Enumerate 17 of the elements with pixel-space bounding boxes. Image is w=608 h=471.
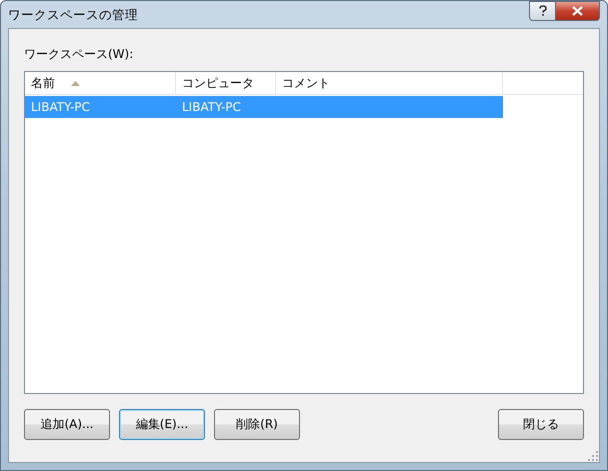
workspaces-label: ワークスペース(W):	[24, 46, 134, 63]
close-button[interactable]	[556, 1, 600, 21]
column-header[interactable]: 名前	[25, 72, 176, 94]
dialog-button[interactable]: 追加(A)...	[24, 409, 110, 440]
dialog-button[interactable]: 閉じる	[498, 409, 584, 440]
column-header[interactable]: コンピュータ	[176, 72, 276, 94]
dialog-button[interactable]: 編集(E)...	[119, 409, 205, 440]
help-icon	[538, 5, 548, 17]
table-cell: LIBATY-PC	[182, 100, 241, 114]
column-header[interactable]: コメント	[276, 72, 503, 94]
dialog-button[interactable]: 削除(R)	[214, 409, 300, 440]
workspace-list[interactable]: 名前 コンピュータ コメント LIBATY-PC LIBATY-PC	[24, 71, 584, 394]
window-title: ワークスペースの管理	[8, 7, 139, 24]
table-cell: LIBATY-PC	[31, 100, 90, 114]
help-button[interactable]	[529, 1, 556, 21]
close-icon	[572, 6, 583, 16]
resize-grip-icon[interactable]	[588, 451, 598, 461]
